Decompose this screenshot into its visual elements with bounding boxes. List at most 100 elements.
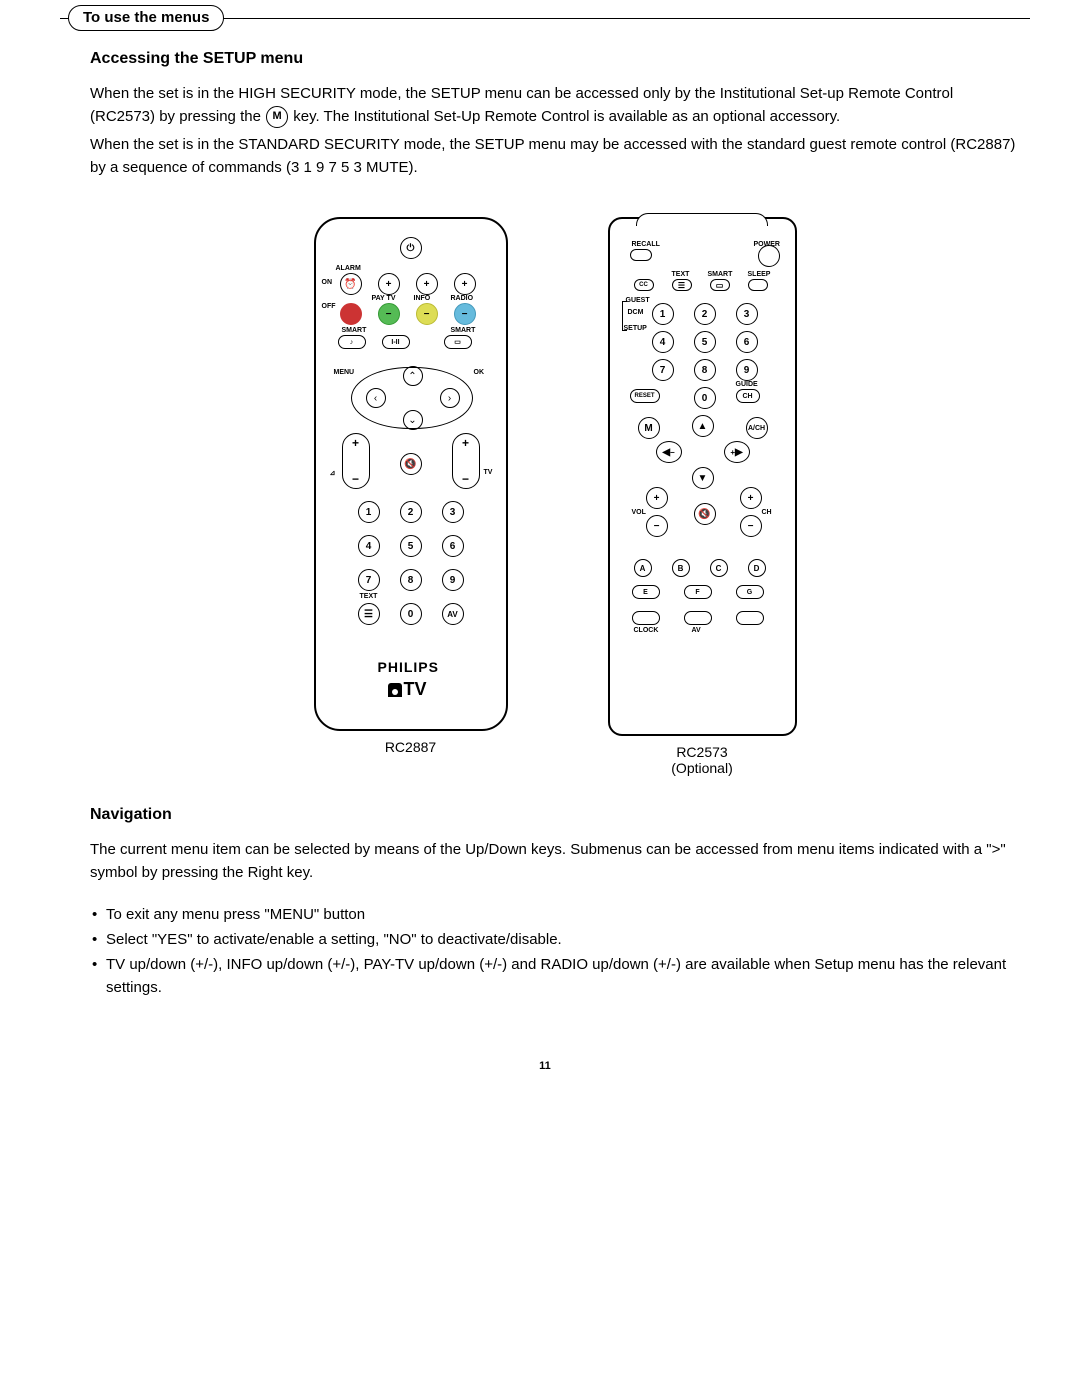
key-e: E	[632, 585, 660, 599]
vol-rocker: + −	[342, 433, 370, 489]
smart-label-1: SMART	[342, 327, 367, 334]
text-label-2: TEXT	[672, 271, 690, 278]
text-label: TEXT	[360, 593, 378, 600]
recall-label: RECALL	[632, 241, 660, 248]
ch-guide-button: CH	[736, 389, 760, 403]
ch-minus: −	[462, 472, 469, 486]
yellow-button: −	[416, 303, 438, 325]
key-2: 2	[400, 501, 422, 523]
nav-pad: ⌃ ⌄ ‹ ›	[351, 367, 473, 429]
r2-key-7: 7	[652, 359, 674, 381]
ch-label: CH	[762, 509, 772, 516]
blank-button	[736, 611, 764, 625]
key-8: 8	[400, 569, 422, 591]
off-label: OFF	[322, 303, 336, 310]
reset-button: RESET	[630, 389, 660, 403]
plus-button: +	[378, 273, 400, 295]
cc-button: CC	[634, 279, 654, 291]
alarm-on-button: ⏰	[340, 273, 362, 295]
teletext-button: ☰	[358, 603, 380, 625]
nav-up-2: ▲	[692, 415, 714, 437]
paytv-label: PAY TV	[372, 295, 396, 302]
r2-key-0: 0	[694, 387, 716, 409]
m-key-icon: M	[266, 106, 288, 128]
key-5: 5	[400, 535, 422, 557]
menu-label: MENU	[334, 369, 355, 376]
plus-button-2: +	[416, 273, 438, 295]
alarm-label: ALARM	[336, 265, 361, 272]
clock-label: CLOCK	[634, 627, 659, 634]
power-button: ⏻	[400, 237, 422, 259]
recall-button	[630, 249, 652, 261]
ch-rocker: + −	[452, 433, 480, 489]
remote-rc2573-wrap: RECALL POWER TEXT SMART SLEEP CC ☰ ▭ GUE…	[608, 217, 797, 776]
philips-brand: PHILIPS	[378, 659, 439, 675]
dual-button: I-II	[382, 335, 410, 349]
r2-key-3: 3	[736, 303, 758, 325]
heading-navigation: Navigation	[90, 806, 1020, 824]
tv-label: TV	[484, 469, 493, 476]
key-7: 7	[358, 569, 380, 591]
remote-rc2573: RECALL POWER TEXT SMART SLEEP CC ☰ ▭ GUE…	[608, 217, 797, 736]
nav-right: ›	[440, 388, 460, 408]
guide-label: GUIDE	[736, 381, 758, 388]
remote2-caption-2: (Optional)	[608, 760, 797, 776]
nav-right-2: +▶	[724, 441, 750, 463]
r2-key-2: 2	[694, 303, 716, 325]
mute-button: 🔇	[400, 453, 422, 475]
key-a: A	[634, 559, 652, 577]
key-9: 9	[442, 569, 464, 591]
nav-left: ‹	[366, 388, 386, 408]
vol-plus: +	[352, 436, 359, 450]
page-number: 11	[60, 1060, 1030, 1072]
smart-button: ▭	[710, 279, 730, 291]
nav-down: ⌄	[403, 410, 423, 430]
red-button	[340, 303, 362, 325]
ir-window	[636, 213, 768, 226]
smart-label-2: SMART	[451, 327, 476, 334]
ch-minus-2: −	[740, 515, 762, 537]
key-f: F	[684, 585, 712, 599]
ch-plus-2: +	[740, 487, 762, 509]
vol-minus-2: −	[646, 515, 668, 537]
r2-key-1: 1	[652, 303, 674, 325]
blue-button: −	[454, 303, 476, 325]
bullet-2: Select "YES" to activate/enable a settin…	[90, 928, 1020, 951]
r2-key-6: 6	[736, 331, 758, 353]
mute-button-2: 🔇	[694, 503, 716, 525]
m-button: M	[638, 417, 660, 439]
key-b: B	[672, 559, 690, 577]
sleep-button	[748, 279, 768, 291]
r2-key-9: 9	[736, 359, 758, 381]
guest-label: GUEST	[626, 297, 650, 304]
remote-rc2887: ⏻ ALARM ON OFF ⏰ + + + PAY TV INFO RADIO…	[314, 217, 508, 731]
bullet-3: TV up/down (+/-), INFO up/down (+/-), PA…	[90, 953, 1020, 1000]
smart-label-3: SMART	[708, 271, 733, 278]
accessing-p1b: key. The Institutional Set-Up Remote Con…	[293, 108, 840, 125]
green-button: −	[378, 303, 400, 325]
setup-label: SETUP	[624, 325, 647, 332]
dcm-label: DCM	[628, 309, 644, 316]
plus-button-3: +	[454, 273, 476, 295]
r2-key-4: 4	[652, 331, 674, 353]
format-button: ▭	[444, 335, 472, 349]
text-button: ☰	[672, 279, 692, 291]
bracket-icon	[622, 301, 627, 331]
key-4: 4	[358, 535, 380, 557]
nav-up: ⌃	[403, 366, 423, 386]
av-label: AV	[692, 627, 701, 634]
sleep-label: SLEEP	[748, 271, 771, 278]
note-button: ♪	[338, 335, 366, 349]
on-label: ON	[322, 279, 333, 286]
accessing-paragraph-1: When the set is in the HIGH SECURITY mod…	[90, 82, 1020, 129]
r2-key-5: 5	[694, 331, 716, 353]
navigation-paragraph: The current menu item can be selected by…	[90, 838, 1020, 885]
av-button-2	[684, 611, 712, 625]
key-c: C	[710, 559, 728, 577]
key-3: 3	[442, 501, 464, 523]
navigation-bullets: To exit any menu press "MENU" button Sel…	[90, 903, 1020, 1000]
remote2-caption-1: RC2573	[608, 744, 797, 760]
key-g: G	[736, 585, 764, 599]
r2-key-8: 8	[694, 359, 716, 381]
key-0: 0	[400, 603, 422, 625]
